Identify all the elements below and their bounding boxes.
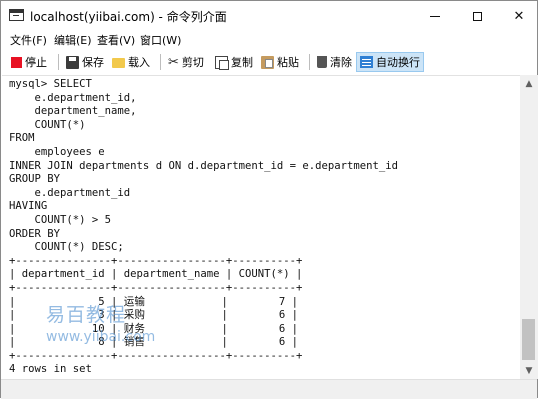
scroll-down-button[interactable]: ▼ — [520, 362, 538, 379]
minimize-button[interactable] — [417, 1, 453, 31]
autowrap-toggle[interactable]: 自动换行 — [356, 52, 424, 72]
word-wrap-icon — [360, 56, 373, 68]
paste-label: 粘贴 — [277, 56, 299, 69]
toolbar-divider — [58, 54, 59, 70]
cut-label: 剪切 — [181, 56, 204, 69]
clear-button[interactable]: 清除 — [317, 53, 352, 71]
minimize-icon — [430, 15, 440, 17]
stop-button[interactable]: 停止 — [11, 53, 47, 71]
load-button[interactable]: 载入 — [112, 53, 150, 71]
toolbar: 停止 保存 载入 ✂ 剪切 复制 粘贴 清除 自动换行 — [1, 50, 537, 74]
save-button[interactable]: 保存 — [66, 53, 104, 71]
chevron-down-icon: ▼ — [525, 365, 533, 376]
toolbar-divider — [309, 54, 310, 70]
cut-button[interactable]: ✂ 剪切 — [168, 53, 204, 71]
toolbar-divider — [160, 54, 161, 70]
title-bar: localhost(yiibai.com) - 命令列介面 ✕ — [1, 1, 537, 31]
maximize-icon — [472, 11, 482, 21]
menu-edit[interactable]: 编辑(E) — [54, 32, 92, 48]
stop-square-icon — [11, 56, 22, 68]
status-bar — [1, 379, 537, 399]
floppy-disk-icon — [66, 55, 79, 69]
console-output-text[interactable]: mysql> SELECT e.department_id, departmen… — [9, 78, 398, 377]
console-output-area[interactable]: mysql> SELECT e.department_id, departmen… — [2, 75, 521, 380]
stop-label: 停止 — [25, 56, 47, 69]
chevron-up-icon: ▲ — [525, 78, 533, 89]
vertical-scrollbar[interactable]: ▲ ▼ — [520, 75, 538, 379]
scrollbar-thumb[interactable] — [522, 319, 535, 360]
scissors-icon: ✂ — [168, 54, 179, 70]
load-label: 载入 — [128, 56, 150, 69]
menu-bar: 文件(F) 编辑(E) 查看(V) 窗口(W) — [1, 31, 537, 49]
trash-icon — [317, 56, 327, 68]
clipboard-icon — [261, 55, 274, 69]
window-title: localhost(yiibai.com) - 命令列介面 — [30, 10, 227, 24]
console-window: localhost(yiibai.com) - 命令列介面 ✕ 文件(F) 编辑… — [0, 0, 538, 399]
menu-window[interactable]: 窗口(W) — [140, 32, 181, 48]
copy-button[interactable]: 复制 — [215, 53, 253, 71]
close-icon: ✕ — [513, 8, 525, 24]
save-label: 保存 — [82, 56, 104, 69]
copy-icon — [215, 55, 229, 70]
folder-icon — [112, 58, 125, 68]
menu-file[interactable]: 文件(F) — [10, 32, 47, 48]
close-button[interactable]: ✕ — [501, 1, 537, 31]
clear-label: 清除 — [330, 56, 352, 69]
scroll-up-button[interactable]: ▲ — [520, 75, 538, 92]
console-window-icon — [9, 9, 24, 21]
menu-view[interactable]: 查看(V) — [97, 32, 135, 48]
paste-button[interactable]: 粘贴 — [261, 53, 299, 71]
maximize-button[interactable] — [459, 1, 495, 31]
copy-label: 复制 — [231, 56, 253, 69]
autowrap-label: 自动换行 — [376, 56, 420, 69]
